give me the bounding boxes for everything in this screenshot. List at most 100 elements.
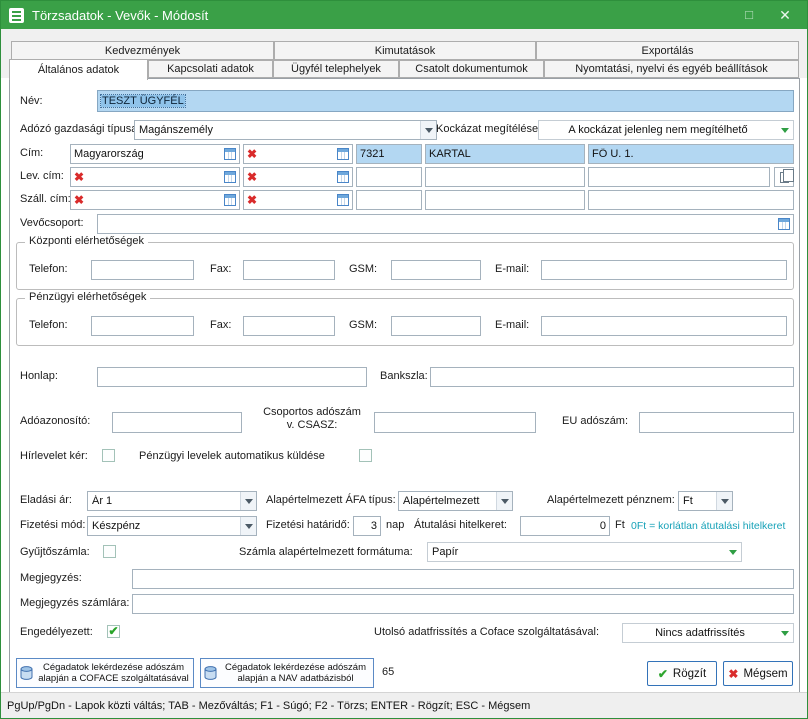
megsem-button[interactable]: ✖ Mégsem bbox=[723, 661, 793, 686]
nev-input[interactable]: TESZT ÜGYFÉL bbox=[97, 90, 794, 112]
szall-cim-utca-input[interactable] bbox=[588, 190, 794, 210]
hirlevel-checkbox[interactable] bbox=[102, 449, 115, 462]
hirlevel-label: Hírlevelet kér: bbox=[20, 450, 88, 462]
megjegyzes-input[interactable] bbox=[132, 569, 794, 589]
chevron-down-icon bbox=[777, 624, 793, 642]
csoportos-adoszam-input[interactable] bbox=[374, 412, 536, 433]
penzugyi-email-input[interactable] bbox=[541, 316, 787, 336]
cim-kozterulet-field[interactable]: ✖ bbox=[243, 144, 353, 164]
cim-label: Cím: bbox=[20, 147, 43, 159]
nap-label: nap bbox=[386, 519, 404, 531]
adozo-tipus-select[interactable]: Magánszemély bbox=[134, 120, 437, 140]
tab-ugyfel-telephelyek[interactable]: Ügyfél telephelyek bbox=[273, 60, 399, 78]
lookup-icon[interactable] bbox=[224, 171, 236, 183]
szamla-formatum-select[interactable]: Papír bbox=[427, 542, 742, 562]
telefon-label: Telefon: bbox=[29, 263, 68, 275]
cim-telepules-input[interactable] bbox=[425, 144, 585, 164]
kozponti-email-input[interactable] bbox=[541, 260, 787, 280]
penzugyi-levelek-checkbox[interactable] bbox=[359, 449, 372, 462]
tab-exportalas[interactable]: Exportálás bbox=[536, 41, 799, 60]
cim-utca-input[interactable] bbox=[588, 144, 794, 164]
chevron-down-icon bbox=[240, 492, 256, 510]
gyujtoszamla-checkbox[interactable] bbox=[103, 545, 116, 558]
megjegyzes-label: Megjegyzés: bbox=[20, 572, 82, 584]
gsm-label: GSM: bbox=[349, 319, 377, 331]
database-icon bbox=[204, 666, 217, 680]
lookup-icon[interactable] bbox=[224, 148, 236, 160]
kozponti-elerhetosegek-group: Központi elérhetőségek Telefon: Fax: GSM… bbox=[16, 242, 794, 290]
penzugyi-telefon-input[interactable] bbox=[91, 316, 194, 336]
eu-adoszam-input[interactable] bbox=[639, 412, 794, 433]
rogzit-label: Rögzít bbox=[673, 668, 706, 680]
titlebar: Törzsadatok - Vevők - Módosít □ ✕ bbox=[1, 1, 807, 29]
eladasi-ar-select[interactable]: Ár 1 bbox=[87, 491, 257, 511]
cim-irsz-input[interactable] bbox=[356, 144, 422, 164]
ft-label: Ft bbox=[615, 519, 625, 531]
penzugyi-gsm-input[interactable] bbox=[391, 316, 481, 336]
lookup-icon[interactable] bbox=[224, 194, 236, 206]
lookup-icon[interactable] bbox=[337, 194, 349, 206]
lev-cim-irsz-input[interactable] bbox=[356, 167, 422, 187]
gyujtoszamla-label: Gyűjtőszámla: bbox=[20, 546, 90, 558]
adoazonosito-input[interactable] bbox=[112, 412, 242, 433]
tab-altalanos-adatok[interactable]: Általános adatok bbox=[9, 59, 148, 80]
rogzit-button[interactable]: ✔ Rögzít bbox=[647, 661, 717, 686]
szall-cim-label: Száll. cím: bbox=[20, 193, 71, 205]
kozponti-gsm-input[interactable] bbox=[391, 260, 481, 280]
coface-query-button[interactable]: Cégadatok lekérdezése adószámalapján a C… bbox=[16, 658, 194, 688]
szall-cim-irsz-input[interactable] bbox=[356, 190, 422, 210]
megjegyzes-szamlara-input[interactable] bbox=[132, 594, 794, 614]
penzugyi-elerhetosegek-group: Pénzügyi elérhetőségek Telefon: Fax: GSM… bbox=[16, 298, 794, 346]
szall-cim-orszag-field[interactable]: ✖ bbox=[70, 190, 240, 210]
lookup-icon[interactable] bbox=[778, 218, 790, 230]
cim-orszag-field[interactable]: Magyarország bbox=[70, 144, 240, 164]
window: Törzsadatok - Vevők - Módosít □ ✕ Kedvez… bbox=[0, 0, 808, 719]
afa-tipus-select[interactable]: Alapértelmezett bbox=[398, 491, 513, 511]
fizetesi-mod-select[interactable]: Készpénz bbox=[87, 516, 257, 536]
maximize-button[interactable]: □ bbox=[735, 5, 763, 25]
szall-cim-telepules-input[interactable] bbox=[425, 190, 585, 210]
honlap-input[interactable] bbox=[97, 367, 367, 387]
kockazat-select[interactable]: A kockázat jelenleg nem megítélhető bbox=[538, 120, 794, 140]
fizetesi-hatarido-input[interactable] bbox=[353, 516, 381, 536]
close-button[interactable]: ✕ bbox=[771, 5, 799, 25]
nev-label: Név: bbox=[20, 95, 43, 107]
adoazonosito-label: Adóazonosító: bbox=[20, 415, 90, 427]
szall-cim-kozterulet-field[interactable]: ✖ bbox=[243, 190, 353, 210]
kozponti-telefon-input[interactable] bbox=[91, 260, 194, 280]
nav-query-button[interactable]: Cégadatok lekérdezése adószámalapján a N… bbox=[200, 658, 374, 688]
tab-kimutatasok[interactable]: Kimutatások bbox=[274, 41, 536, 60]
missing-value-icon: ✖ bbox=[247, 194, 257, 206]
csoportos-adoszam-label: Csoportos adószám v. CSASZ: bbox=[252, 406, 372, 432]
lev-cim-utca-input[interactable] bbox=[588, 167, 770, 187]
database-icon bbox=[20, 666, 33, 680]
lookup-icon[interactable] bbox=[337, 171, 349, 183]
tab-kedvezmenyek[interactable]: Kedvezmények bbox=[11, 41, 274, 60]
lev-cim-orszag-field[interactable]: ✖ bbox=[70, 167, 240, 187]
email-label: E-mail: bbox=[495, 263, 529, 275]
coface-frissites-select[interactable]: Nincs adatfrissítés bbox=[622, 623, 794, 643]
bankszla-input[interactable] bbox=[430, 367, 794, 387]
lookup-icon[interactable] bbox=[337, 148, 349, 160]
eladasi-ar-label: Eladási ár: bbox=[20, 494, 72, 506]
missing-value-icon: ✖ bbox=[247, 171, 257, 183]
lev-cim-kozterulet-field[interactable]: ✖ bbox=[243, 167, 353, 187]
missing-value-icon: ✖ bbox=[74, 194, 84, 206]
vevocsoport-field[interactable] bbox=[97, 214, 794, 234]
eu-adoszam-label: EU adószám: bbox=[562, 415, 628, 427]
copy-address-button[interactable] bbox=[774, 167, 794, 187]
tab-kapcsolati-adatok[interactable]: Kapcsolati adatok bbox=[148, 60, 273, 78]
telefon-label: Telefon: bbox=[29, 319, 68, 331]
penzugyi-fax-input[interactable] bbox=[243, 316, 335, 336]
fizetesi-hatarido-label: Fizetési határidő: bbox=[266, 519, 350, 531]
kozponti-fax-input[interactable] bbox=[243, 260, 335, 280]
engedelyezett-checkbox[interactable]: ✔ bbox=[107, 625, 120, 638]
tab-csatolt-dokumentumok[interactable]: Csatolt dokumentumok bbox=[399, 60, 544, 78]
lev-cim-telepules-input[interactable] bbox=[425, 167, 585, 187]
penznem-select[interactable]: Ft bbox=[678, 491, 733, 511]
nev-selected-text: TESZT ÜGYFÉL bbox=[101, 95, 185, 107]
tab-nyomtatasi-beallitasok[interactable]: Nyomtatási, nyelvi és egyéb beállítások bbox=[544, 60, 799, 78]
chevron-down-icon bbox=[777, 121, 793, 139]
adozo-label: Adózó gazdasági típusa: bbox=[20, 123, 140, 135]
hitelkeret-input[interactable] bbox=[520, 516, 610, 536]
